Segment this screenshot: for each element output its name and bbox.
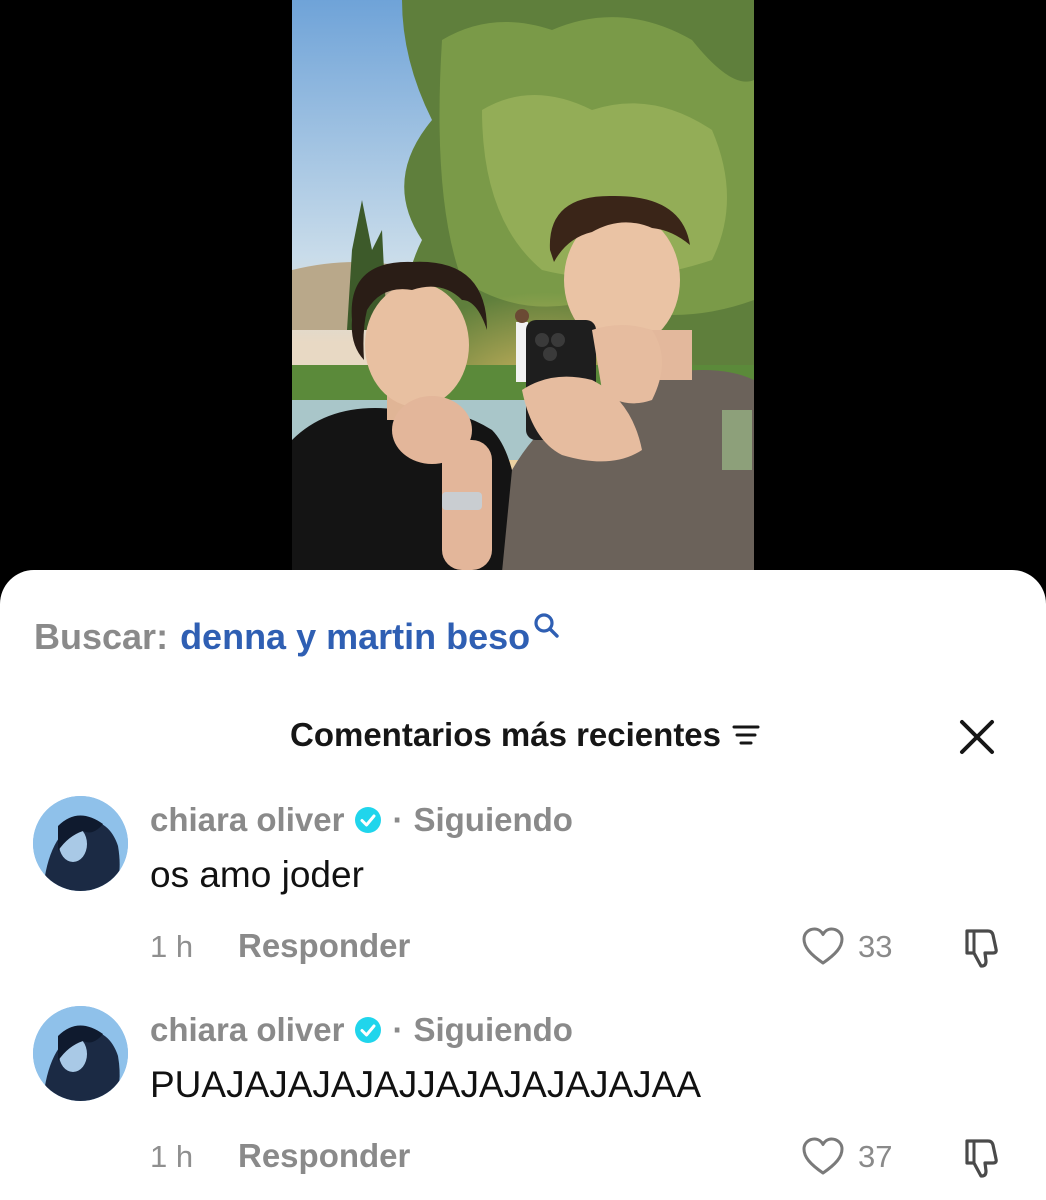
comment-meta: chiara oliver · Siguiendo — [150, 798, 573, 842]
comment-text: PUAJAJAJAJAJJAJAJAJAJAJAA — [150, 1064, 702, 1105]
heart-outline-icon[interactable] — [800, 1134, 846, 1180]
separator-dot: · — [392, 801, 404, 838]
thumbs-down-icon[interactable] — [958, 1133, 1006, 1181]
sort-label: Comentarios más recientes — [290, 716, 722, 753]
search-suggestion[interactable]: Buscar: denna y martin beso — [34, 612, 562, 662]
sort-lines-icon — [732, 725, 760, 745]
like-count: 33 — [858, 929, 893, 964]
search-query-link[interactable]: denna y martin beso — [180, 616, 530, 658]
video-frame[interactable] — [292, 0, 754, 572]
follow-status: Siguiendo — [413, 801, 573, 838]
reply-button[interactable]: Responder — [238, 927, 410, 965]
avatar-image — [33, 1006, 128, 1101]
comments-header: Comentarios más recientes — [0, 710, 1046, 760]
sort-button[interactable]: Comentarios más recientes — [290, 710, 761, 760]
comment-time: 1 h — [150, 929, 194, 964]
comment-time: 1 h — [150, 1139, 194, 1174]
like-count: 37 — [858, 1139, 893, 1174]
separator-dot: · — [392, 1011, 404, 1048]
avatar[interactable] — [33, 1006, 128, 1101]
close-icon[interactable] — [956, 716, 998, 758]
search-prefix: Buscar: — [34, 616, 169, 657]
comment-item: chiara oliver · Siguiendo os amo joder 1… — [0, 796, 1046, 1001]
comment-item: chiara oliver · Siguiendo PUAJAJAJAJAJJA… — [0, 1006, 1046, 1200]
username[interactable]: chiara oliver — [150, 1011, 344, 1049]
comments-sheet: Buscar: denna y martin beso Comentarios … — [0, 570, 1046, 1200]
search-icon[interactable] — [532, 611, 562, 641]
verified-check-icon — [355, 1017, 382, 1043]
follow-status: Siguiendo — [413, 1011, 573, 1048]
video-thumbnail — [292, 0, 754, 572]
heart-outline-icon[interactable] — [800, 924, 846, 970]
username[interactable]: chiara oliver — [150, 801, 344, 839]
reply-button[interactable]: Responder — [238, 1137, 410, 1175]
avatar[interactable] — [33, 796, 128, 891]
comment-text: os amo joder — [150, 854, 364, 895]
verified-check-icon — [355, 807, 382, 833]
comment-meta: chiara oliver · Siguiendo — [150, 1008, 573, 1052]
video-player[interactable] — [0, 0, 1046, 600]
avatar-image — [33, 796, 128, 891]
thumbs-down-icon[interactable] — [958, 923, 1006, 971]
